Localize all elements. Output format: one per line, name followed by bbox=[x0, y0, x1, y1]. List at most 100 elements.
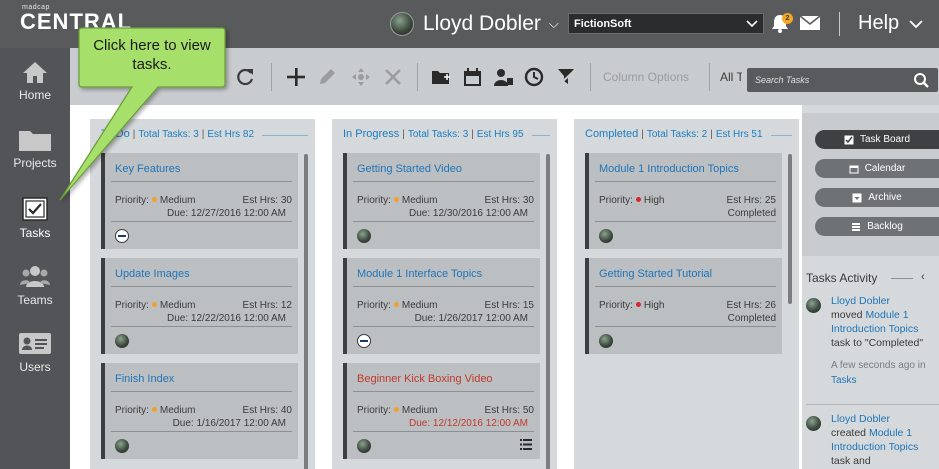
move-icon[interactable] bbox=[350, 66, 372, 88]
task-card[interactable]: Getting Started Tutorial Priority: High Est… bbox=[585, 258, 782, 354]
clear-filter-icon[interactable] bbox=[556, 66, 578, 88]
task-due-date: Due: 12/22/2016 12:00 AM bbox=[167, 313, 286, 324]
card-divider bbox=[595, 221, 776, 222]
nav-item-teams[interactable]: Teams bbox=[0, 263, 70, 307]
refresh-icon[interactable] bbox=[234, 66, 256, 88]
calendar-button[interactable]: Calendar bbox=[815, 159, 939, 178]
task-priority: Priority: Medium bbox=[115, 300, 195, 311]
column-header: To Do | Total Tasks: 3 | Est Hrs 82 bbox=[101, 128, 254, 140]
notification-badge: 2 bbox=[782, 13, 793, 24]
clock-icon[interactable] bbox=[523, 66, 545, 88]
column-options-button[interactable]: Column Options bbox=[603, 70, 689, 84]
task-title-link[interactable]: Getting Started Video bbox=[357, 163, 462, 175]
task-board-button[interactable]: Task Board bbox=[815, 130, 939, 149]
task-card[interactable]: Key Features Priority: Medium Est Hrs: 30 Du… bbox=[101, 153, 298, 249]
search-input[interactable] bbox=[747, 68, 902, 92]
task-card[interactable]: Module 1 Interface Topics Priority: Medium… bbox=[343, 258, 540, 354]
task-card[interactable]: Beginner Kick Boxing Video Priority: Mediu… bbox=[343, 363, 540, 459]
activity-place-link[interactable]: Tasks bbox=[831, 375, 857, 386]
nav-item-users[interactable]: Users bbox=[0, 330, 70, 374]
mail-icon[interactable] bbox=[799, 14, 821, 32]
chevron-down-icon: ⌵ bbox=[548, 16, 559, 31]
activity-user-link[interactable]: Lloyd Dobler bbox=[831, 295, 890, 307]
nav-item-tasks[interactable]: Tasks bbox=[0, 196, 70, 240]
priority-value: High bbox=[643, 300, 665, 311]
add-icon[interactable] bbox=[285, 66, 307, 88]
task-title-link[interactable]: Module 1 Interface Topics bbox=[357, 268, 482, 280]
column-name[interactable]: To Do bbox=[101, 128, 130, 140]
unassigned-icon[interactable] bbox=[115, 229, 129, 243]
calendar-label: Calendar bbox=[864, 163, 906, 174]
folder-icon bbox=[19, 131, 51, 151]
task-title-link[interactable]: Finish Index bbox=[115, 373, 174, 385]
task-card[interactable]: Module 1 Introduction Topics Priority: Hig… bbox=[585, 153, 782, 249]
column-scrollbar[interactable] bbox=[304, 154, 308, 469]
assignee-avatar[interactable] bbox=[357, 229, 371, 243]
toolbar-divider bbox=[590, 63, 591, 91]
column-header-separator: | bbox=[201, 129, 205, 140]
folder-open-icon[interactable] bbox=[430, 66, 452, 88]
column-total-tasks: Total Tasks: 2 bbox=[646, 129, 708, 140]
card-divider bbox=[111, 326, 292, 327]
assignee-avatar[interactable] bbox=[115, 334, 129, 348]
column-scrollbar[interactable] bbox=[546, 154, 550, 469]
task-due-date: Due: 1/16/2017 12:00 AM bbox=[172, 418, 286, 429]
task-card[interactable]: Getting Started Video Priority: Medium Est … bbox=[343, 153, 540, 249]
id-card-icon bbox=[19, 333, 51, 354]
task-est-hours: Est Hrs: 40 bbox=[242, 405, 292, 416]
column-scrollbar[interactable] bbox=[788, 154, 792, 304]
left-nav: Home Projects Tasks Teams Users bbox=[0, 48, 70, 469]
checkbox-icon bbox=[22, 197, 48, 221]
task-title-link[interactable]: Module 1 Introduction Topics bbox=[599, 163, 739, 175]
column-header-line bbox=[262, 135, 308, 136]
task-title-link[interactable]: Beginner Kick Boxing Video bbox=[357, 373, 493, 385]
unassigned-icon[interactable] bbox=[357, 334, 371, 348]
calendar-add-icon[interactable] bbox=[462, 66, 484, 88]
archive-button[interactable]: Archive bbox=[815, 188, 939, 207]
all-tasks-filter[interactable]: All Tasks bbox=[720, 70, 742, 84]
priority-dot-icon bbox=[393, 302, 399, 308]
nav-item-projects[interactable]: Projects bbox=[0, 128, 70, 170]
user-name: Lloyd Dobler bbox=[423, 12, 541, 35]
column-header-separator: | bbox=[402, 129, 405, 140]
archive-icon bbox=[852, 193, 862, 202]
column-name[interactable]: Completed bbox=[585, 128, 638, 140]
task-board: To Do | Total Tasks: 3 | Est Hrs 82 Key Featu… bbox=[70, 105, 802, 469]
card-divider bbox=[111, 391, 292, 392]
assignee-avatar[interactable] bbox=[599, 334, 613, 348]
backlog-button[interactable]: Backlog bbox=[815, 217, 939, 236]
priority-label: Priority: bbox=[357, 195, 391, 206]
subtask-list-icon[interactable] bbox=[520, 439, 532, 450]
task-title-link[interactable]: Key Features bbox=[115, 163, 180, 175]
chevron-left-icon[interactable]: ‹ bbox=[921, 271, 925, 283]
activity-time: A few seconds ago in bbox=[831, 360, 926, 371]
assignee-avatar[interactable] bbox=[357, 439, 371, 453]
company-select[interactable]: FictionSoft bbox=[568, 13, 764, 34]
delete-icon[interactable] bbox=[382, 66, 404, 88]
user-avatar bbox=[390, 12, 414, 36]
chevron-down-icon bbox=[909, 19, 923, 28]
priority-dot-icon bbox=[393, 197, 399, 203]
assignee-avatar[interactable] bbox=[599, 229, 613, 243]
edit-icon[interactable] bbox=[316, 66, 338, 88]
task-title-link[interactable]: Getting Started Tutorial bbox=[599, 268, 712, 280]
search-icon[interactable] bbox=[905, 68, 938, 92]
task-title-link[interactable]: Update Images bbox=[115, 268, 190, 280]
column-name[interactable]: In Progress bbox=[343, 128, 399, 140]
user-menu[interactable]: Lloyd Dobler ⌵ bbox=[390, 10, 559, 38]
card-divider bbox=[111, 181, 292, 182]
task-column: Completed | Total Tasks: 2 | Est Hrs 51 Modul… bbox=[574, 119, 799, 469]
app-logo[interactable]: madcap CENTRAL bbox=[20, 4, 132, 33]
help-menu[interactable]: Help bbox=[858, 12, 924, 35]
nav-item-home[interactable]: Home bbox=[0, 60, 70, 102]
task-card[interactable]: Update Images Priority: Medium Est Hrs: 12 D… bbox=[101, 258, 298, 354]
assign-user-icon[interactable] bbox=[492, 66, 514, 88]
assignee-avatar[interactable] bbox=[115, 439, 129, 453]
help-label: Help bbox=[858, 12, 900, 34]
activity-user-link[interactable]: Lloyd Dobler bbox=[831, 413, 890, 425]
logo-big-text: CENTRAL bbox=[20, 9, 133, 34]
column-header-line bbox=[770, 135, 792, 136]
task-card[interactable]: Finish Index Priority: Medium Est Hrs: 40 Du… bbox=[101, 363, 298, 459]
card-divider bbox=[595, 181, 776, 182]
checkbox-icon bbox=[844, 135, 854, 144]
